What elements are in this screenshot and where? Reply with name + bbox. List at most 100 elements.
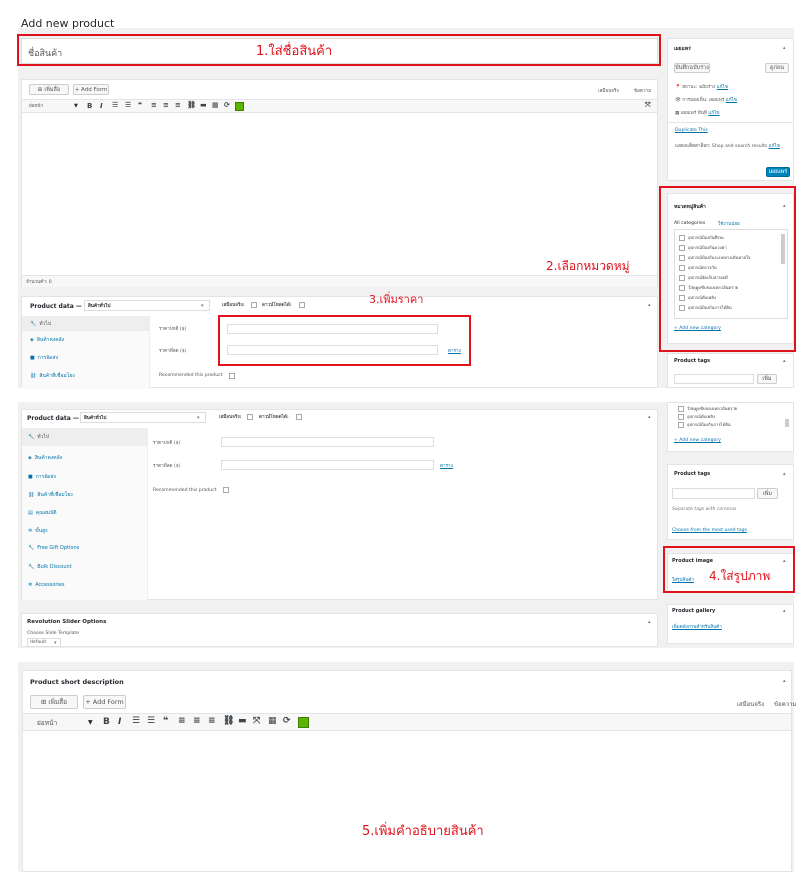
tab-accessories[interactable]: ✲ Accessories (28, 582, 65, 588)
align-center-icon[interactable]: ≡ (163, 101, 169, 109)
collapse-arrow-icon[interactable]: ▴ (648, 302, 651, 308)
green-plugin-icon[interactable] (235, 102, 244, 111)
collapse-arrow-icon[interactable]: ▴ (648, 619, 651, 625)
publish-button[interactable]: เผยแพร่ (766, 167, 790, 177)
collapse-arrow-icon[interactable]: ▴ (783, 608, 786, 614)
add-new-category-link[interactable]: + Add new category (674, 438, 721, 443)
category-checkbox[interactable] (678, 413, 684, 420)
tab-advanced[interactable]: ✲ ขั้นสูง (28, 527, 48, 535)
duplicate-link[interactable]: Duplicate This (675, 128, 708, 133)
tab-attributes[interactable]: ▤ คุณสมบัติ (28, 509, 57, 517)
align-left-icon[interactable]: ≡ (151, 101, 157, 109)
edit-catalog-link[interactable]: แก้ไข (769, 144, 780, 149)
recommended-checkbox[interactable] (229, 373, 235, 379)
align-right-icon[interactable]: ≡ (175, 101, 181, 109)
more-tag-icon[interactable]: ▬ (200, 101, 207, 109)
add-form-button[interactable]: + Add Form (83, 695, 126, 709)
tab-linked-products[interactable]: ⛓ สินค้าที่เชื่อมโยง (30, 372, 75, 380)
numbered-list-icon[interactable]: ☰ (147, 716, 155, 726)
category-item[interactable]: วัสดุดูดซับของเหลวอันตราย (678, 405, 737, 412)
tab-text[interactable]: ข้อความ (634, 88, 651, 95)
virtual-checkbox[interactable] (251, 302, 257, 308)
format-chevron-down-icon[interactable]: ▼ (88, 719, 93, 726)
tab-visual[interactable]: เสมือนจริง (737, 699, 764, 709)
edit-time-link[interactable]: แก้ไข (708, 111, 719, 116)
link-icon: ⛓ (30, 373, 37, 379)
slide-template-select[interactable]: default ▾ (27, 638, 61, 647)
bullet-list-icon[interactable]: ☰ (112, 101, 118, 109)
tags-input[interactable] (672, 488, 755, 499)
add-tag-button[interactable]: เพิ่ม (757, 488, 778, 499)
tab-general[interactable]: 🔧 ทั่วไป (22, 316, 150, 331)
align-center-icon[interactable]: ≡ (193, 716, 201, 726)
tags-input[interactable] (674, 374, 754, 384)
downloadable-checkbox[interactable] (299, 302, 305, 308)
italic-icon[interactable]: I (100, 102, 103, 110)
add-media-button[interactable]: ⊞ เพิ่มสื่อ (30, 695, 78, 709)
add-form-button[interactable]: + Add Form (73, 84, 109, 95)
link-icon[interactable]: ⛓ (187, 101, 196, 109)
more-tag-icon[interactable]: ▬ (238, 716, 247, 726)
link-icon[interactable]: ⛓ (223, 716, 234, 726)
collapse-arrow-icon[interactable]: ▴ (783, 358, 786, 364)
format-chevron-down-icon[interactable]: ▼ (74, 103, 78, 109)
collapse-arrow-icon[interactable]: ▴ (783, 45, 786, 51)
category-scrollbar[interactable] (785, 419, 789, 427)
numbered-list-icon[interactable]: ☰ (125, 101, 131, 109)
collapse-arrow-icon[interactable]: ▴ (648, 414, 651, 420)
tab-text[interactable]: ข้อความ (774, 699, 796, 709)
category-checkbox[interactable] (678, 421, 684, 428)
format-select[interactable]: ย่อหน้า (37, 718, 57, 728)
fullscreen-icon[interactable]: ⤧ (253, 716, 260, 726)
add-media-button[interactable]: ⊞ เพิ่มสื่อ (29, 84, 69, 95)
tab-visual[interactable]: เสมือนจริง (598, 88, 619, 95)
fullscreen-icon[interactable]: ⤧ (645, 101, 651, 110)
green-plugin-icon[interactable] (298, 717, 309, 728)
regular-price-label: ราคาปกติ ($) (153, 441, 181, 446)
refresh-icon[interactable]: ⟳ (224, 101, 230, 109)
refresh-icon[interactable]: ⟳ (283, 716, 291, 726)
bold-icon[interactable]: B (87, 102, 92, 110)
add-gallery-link[interactable]: เพิ่มคลังภาพสำหรับสินค้า (672, 624, 722, 631)
align-right-icon[interactable]: ≡ (208, 716, 216, 726)
preview-button[interactable]: ดูก่อน (765, 63, 789, 73)
category-checkbox[interactable] (678, 405, 684, 412)
virtual-checkbox[interactable] (247, 414, 253, 420)
recommended-checkbox[interactable] (223, 487, 229, 493)
align-left-icon[interactable]: ≡ (178, 716, 186, 726)
edit-status-link[interactable]: แก้ไข (717, 85, 728, 90)
regular-price-input[interactable] (221, 437, 434, 447)
bold-icon[interactable]: B (103, 717, 110, 727)
tab-free-gift-options[interactable]: 🔧 Free Gift Options (28, 545, 79, 551)
product-type-select[interactable]: สินค้าทั่วไป ▾ (80, 412, 206, 423)
tab-bulk-discount[interactable]: 🔧 Bulk Discount (28, 564, 72, 570)
collapse-arrow-icon[interactable]: ▴ (783, 471, 786, 477)
tab-inventory[interactable]: ◈ สินค้าคงคลัง (28, 454, 62, 462)
downloadable-checkbox[interactable] (296, 414, 302, 420)
add-tag-button[interactable]: เพิ่ม (757, 374, 777, 384)
category-item[interactable]: อุปกรณ์ป้องกันการได้ยิน (678, 421, 731, 428)
tab-inventory[interactable]: ◈ สินค้าคงคลัง (30, 336, 64, 344)
toolbar-toggle-icon[interactable]: ▦ (212, 101, 219, 109)
format-select[interactable]: ย่อหน้า (29, 103, 43, 110)
revolution-slider-box: Revolution Slider Options ▴ Choose Slide… (21, 613, 658, 647)
toolbar-toggle-icon[interactable]: ▦ (268, 716, 277, 726)
tab-shipping[interactable]: ■ การจัดส่ง (28, 473, 56, 481)
category-item[interactable]: อุปกรณ์ดับเพลิง (678, 413, 715, 420)
tab-linked-products[interactable]: ⛓ สินค้าที่เชื่อมโยง (28, 491, 73, 499)
product-type-select[interactable]: สินค้าทั่วไป ▾ (84, 300, 210, 311)
bullet-list-icon[interactable]: ☰ (132, 716, 140, 726)
tab-shipping[interactable]: ■ การจัดส่ง (30, 354, 58, 362)
edit-visibility-link[interactable]: แก้ไข (726, 98, 737, 103)
choose-tags-link[interactable]: Choose from the most used tags (672, 528, 747, 533)
italic-icon[interactable]: I (118, 717, 121, 727)
schedule-link[interactable]: ตาราง (440, 463, 453, 470)
tab-general[interactable]: 🔧 ทั่วไป (22, 428, 148, 446)
blockquote-icon[interactable]: ❝ (138, 101, 142, 109)
save-draft-button[interactable]: บันทึกฉบับร่าง (674, 63, 710, 73)
recommended-label: Recommended this product (159, 373, 223, 378)
collapse-arrow-icon[interactable]: ▴ (783, 678, 786, 684)
sale-price-input[interactable] (221, 460, 434, 470)
revolution-title: Revolution Slider Options (27, 619, 107, 625)
blockquote-icon[interactable]: ❝ (163, 716, 168, 726)
